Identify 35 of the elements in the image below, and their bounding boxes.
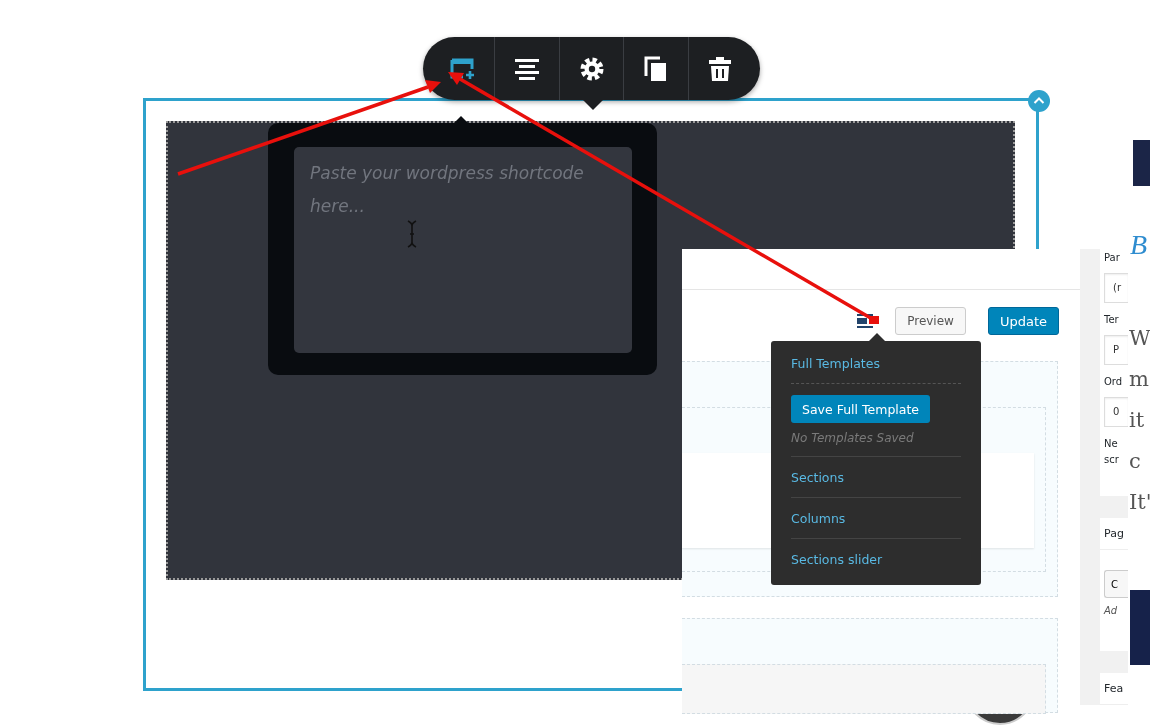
field-label: Par [1104,251,1121,265]
collapse-icon[interactable] [1028,90,1050,112]
menu-item[interactable]: Sections slider [791,547,961,579]
update-button[interactable]: Update [987,307,1059,335]
window-plus-icon [449,56,476,81]
field-label: Ne [1104,437,1119,451]
trash-icon [708,55,733,82]
save-template-button[interactable]: Save Full Template [791,395,931,423]
copy-icon [643,55,668,82]
page-text: m [1129,366,1149,393]
input-field[interactable]: P [1104,335,1128,365]
field-label: scr [1104,453,1120,467]
field-label: Ord [1104,375,1124,389]
sidebar-button[interactable]: C [1104,570,1128,599]
page-text: It' [1129,489,1150,516]
sidebar-link[interactable]: Ad [1104,605,1128,617]
page-text: W [1129,325,1150,352]
empty-note: No Templates Saved [791,423,961,457]
preview-button[interactable]: Preview [895,307,966,335]
field-label: Ter [1104,313,1120,327]
menu-item[interactable]: Columns [791,506,961,539]
box-title: Pag [1100,518,1128,551]
input-field[interactable]: (r [1104,273,1128,303]
menu-item[interactable]: Full Templates [791,351,961,384]
align-center-icon [514,56,541,81]
box-title: Fea [1100,673,1128,705]
text-cursor-icon [407,220,417,248]
input-field[interactable]: 0 [1104,397,1128,427]
page-text: it [1129,407,1145,434]
menu-item[interactable]: Sections [791,465,961,498]
settings-icon [578,55,605,82]
page-text: c [1129,448,1141,475]
letter-fragment [1133,140,1150,186]
shortcode-field[interactable]: Paste your wordpress shortcode here... [294,147,632,353]
page-subtitle: B [1130,231,1149,259]
